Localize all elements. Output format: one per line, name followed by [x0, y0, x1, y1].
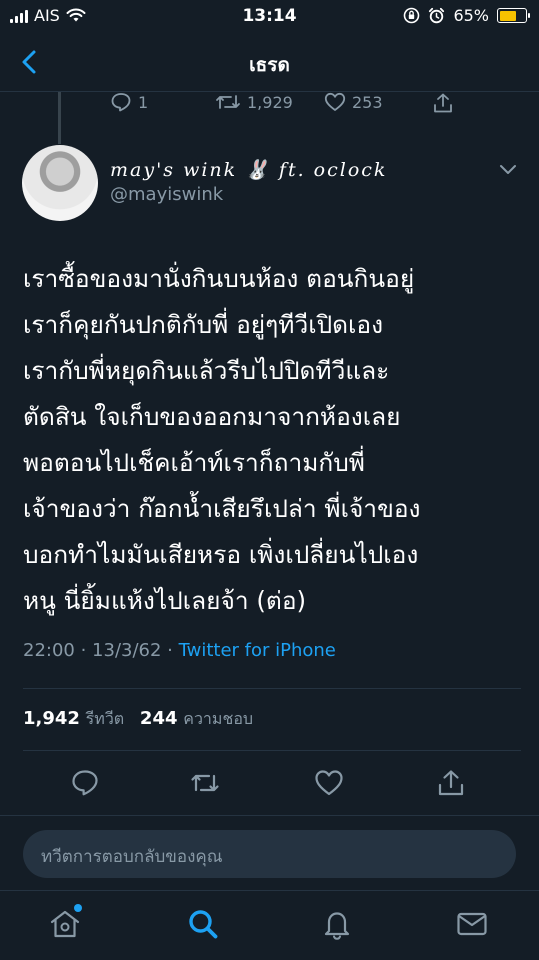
search-icon[interactable] [186, 907, 220, 941]
section-divider [0, 815, 539, 816]
tweet-stats: 1,942 รีทวีต 244 ความชอบ [23, 707, 263, 732]
reply-icon[interactable] [70, 768, 100, 798]
display-name[interactable]: may's wink 🐰 ft. oclock [110, 158, 387, 181]
reply-placeholder: ทวีตการตอบกลับของคุณ [41, 847, 223, 867]
prev-retweet-count: 1,929 [247, 92, 293, 112]
retweet-icon [216, 95, 240, 109]
page-title: เธรด [249, 54, 290, 76]
status-bar: AIS 13:14 65% [0, 0, 539, 32]
bell-icon[interactable] [320, 907, 354, 941]
divider [23, 750, 521, 751]
alarm-icon [429, 7, 445, 24]
avatar[interactable] [22, 145, 98, 221]
prev-like-button[interactable]: 253 [324, 92, 383, 112]
tweet-line: หนู นี่ยิ้มแห้งไปเลยจ้า (ต่อ) [23, 586, 307, 615]
reply-icon [111, 93, 131, 112]
battery-icon [497, 8, 530, 23]
like-count[interactable]: 244 [140, 708, 178, 729]
retweet-label[interactable]: รีทวีต [86, 709, 125, 728]
reply-input[interactable]: ทวีตการตอบกลับของคุณ [23, 830, 516, 878]
chevron-down-icon[interactable] [499, 164, 517, 176]
tweet-line: เราซื้อของมานั่งกินบนห้อง ตอนกินอยู่ [23, 264, 415, 293]
prev-retweet-button[interactable]: 1,929 [215, 92, 293, 112]
tweet-line: บอกทำไมมันเสียหรอ เพิ่งเปลี่ยนไปเอง [23, 540, 419, 569]
notification-dot [74, 904, 82, 912]
mail-icon[interactable] [455, 907, 489, 941]
status-right: 65% [403, 6, 530, 25]
prev-share-button[interactable] [432, 92, 454, 114]
tweet-meta: 22:00 · 13/3/62 · Twitter for iPhone [23, 640, 336, 661]
tweet-line: พอตอนไปเช็คเอ้าท์เราก็ถามกับพี่ [23, 448, 365, 477]
tweet-line: ตัดสิน ใจเก็บของออกมาจากห้องเลย [23, 402, 401, 431]
divider [23, 688, 521, 689]
user-handle[interactable]: @mayiswink [110, 184, 223, 205]
retweet-icon[interactable] [190, 768, 220, 798]
share-icon[interactable] [436, 768, 466, 798]
bottom-tab-bar [0, 890, 539, 960]
share-icon [434, 93, 452, 113]
heart-icon[interactable] [314, 768, 344, 798]
nav-bar: เธรด [0, 32, 539, 92]
tweet-source-link[interactable]: Twitter for iPhone [179, 640, 336, 661]
tweet-text: เราซื้อของมานั่งกินบนห้อง ตอนกินอยู่ เรา… [23, 256, 523, 624]
tweet-actions [0, 764, 539, 804]
prev-reply-button[interactable]: 1 [110, 92, 148, 112]
retweet-count[interactable]: 1,942 [23, 708, 80, 729]
home-icon[interactable] [48, 907, 82, 941]
battery-percent: 65% [453, 6, 489, 25]
prev-like-count: 253 [352, 92, 383, 112]
heart-icon [324, 92, 346, 111]
like-label[interactable]: ความชอบ [183, 709, 253, 728]
tweet-line: เราก็คุยกันปกติกับพี่ อยู่ๆทีวีเปิดเอง [23, 310, 384, 339]
orientation-lock-icon [404, 7, 420, 24]
prev-reply-count: 1 [138, 92, 149, 112]
tweet-line: เจ้าของว่า ก๊อกน้ำเสียรึเปล่า พี่เจ้าของ [23, 494, 421, 523]
tweet-line: เรากับพี่หยุดกินแล้วรีบไปปิดทีวีและ [23, 356, 390, 385]
previous-tweet-actions: 1 1,929 253 [0, 90, 539, 120]
tweet-timestamp: 22:00 · 13/3/62 · [23, 640, 179, 661]
